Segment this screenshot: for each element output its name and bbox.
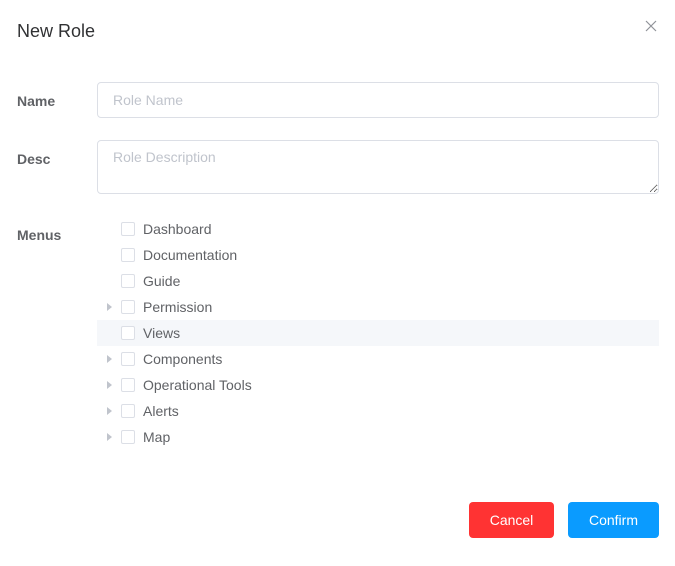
dialog-title: New Role [17, 21, 96, 41]
tree-node-operational-tools[interactable]: Operational Tools [97, 372, 659, 398]
caret-right-icon[interactable] [97, 424, 121, 450]
tree-node-label: Operational Tools [143, 377, 252, 393]
expand-placeholder [97, 268, 121, 294]
expand-placeholder [97, 216, 121, 242]
checkbox[interactable] [121, 248, 135, 262]
checkbox[interactable] [121, 430, 135, 444]
checkbox[interactable] [121, 326, 135, 340]
dialog-header: New Role [17, 19, 658, 43]
tree-node-label: Guide [143, 273, 181, 289]
cancel-button[interactable]: Cancel [469, 502, 554, 538]
tree-node-dashboard[interactable]: Dashboard [97, 216, 659, 242]
new-role-dialog: New Role Name Desc Menus Dashboard Docum… [0, 0, 675, 566]
tree-node-permission[interactable]: Permission [97, 294, 659, 320]
expand-placeholder [97, 242, 121, 268]
checkbox[interactable] [121, 222, 135, 236]
tree-node-components[interactable]: Components [97, 346, 659, 372]
confirm-button[interactable]: Confirm [568, 502, 659, 538]
tree-node-label: Documentation [143, 247, 238, 263]
caret-right-icon[interactable] [97, 372, 121, 398]
close-icon[interactable] [644, 19, 658, 33]
caret-right-icon[interactable] [97, 346, 121, 372]
role-description-input[interactable] [97, 140, 659, 194]
checkbox[interactable] [121, 274, 135, 288]
tree-node-documentation[interactable]: Documentation [97, 242, 659, 268]
tree-node-label: Permission [143, 299, 213, 315]
name-label: Name [17, 93, 56, 109]
expand-placeholder [97, 320, 121, 346]
tree-node-guide[interactable]: Guide [97, 268, 659, 294]
tree-node-alerts[interactable]: Alerts [97, 398, 659, 424]
menus-tree: Dashboard Documentation Guide Permission… [97, 216, 659, 450]
tree-node-views[interactable]: Views [97, 320, 659, 346]
checkbox[interactable] [121, 352, 135, 366]
tree-node-label: Components [143, 351, 223, 367]
checkbox[interactable] [121, 404, 135, 418]
checkbox[interactable] [121, 300, 135, 314]
desc-label: Desc [17, 151, 51, 167]
tree-node-label: Views [143, 325, 181, 341]
tree-node-label: Alerts [143, 403, 179, 419]
tree-node-map[interactable]: Map [97, 424, 659, 450]
caret-right-icon[interactable] [97, 294, 121, 320]
menus-label: Menus [17, 227, 62, 243]
role-name-input[interactable] [97, 82, 659, 118]
tree-node-label: Map [143, 429, 171, 445]
caret-right-icon[interactable] [97, 398, 121, 424]
checkbox[interactable] [121, 378, 135, 392]
tree-node-label: Dashboard [143, 221, 212, 237]
